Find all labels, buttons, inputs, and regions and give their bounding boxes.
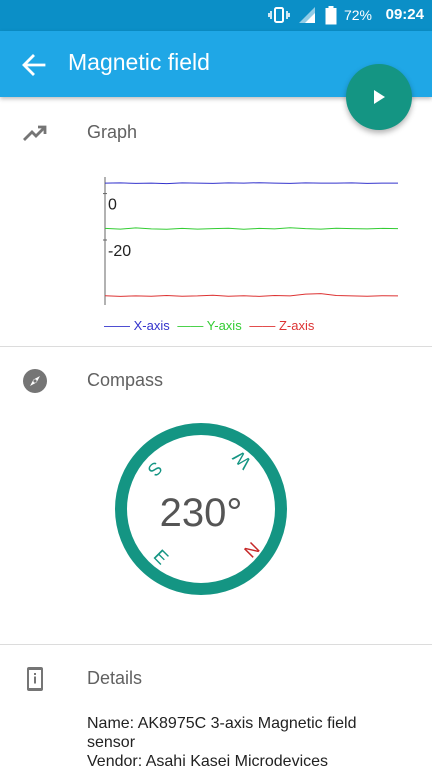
- legend-x-axis: —— X-axis: [104, 318, 170, 333]
- sensor-name: Name: AK8975C 3-axis Magnetic field sens…: [87, 715, 357, 751]
- signal-icon: [299, 7, 315, 23]
- series-line-z-axis: [104, 293, 399, 297]
- sensor-details: Name: AK8975C 3-axis Magnetic field sens…: [87, 714, 407, 771]
- battery-icon: [325, 6, 337, 25]
- sensor-vendor: Vendor: Asahi Kasei Microdevices: [87, 753, 329, 770]
- legend-z-axis: —— Z-axis: [249, 318, 315, 333]
- phone-info-icon: [27, 667, 43, 691]
- back-arrow-icon[interactable]: [20, 51, 48, 79]
- play-icon: [374, 90, 385, 104]
- compass-south-label: S: [144, 458, 167, 481]
- magnetic-field-graph: 0 -20: [103, 177, 399, 305]
- series-line-y-axis: [104, 227, 399, 230]
- vibrate-icon: [268, 7, 290, 23]
- play-button[interactable]: [346, 64, 412, 130]
- compass-heading: 230°: [160, 491, 243, 535]
- compass-icon: [23, 369, 47, 393]
- divider: [0, 644, 432, 645]
- details-section-title: Details: [87, 668, 143, 688]
- battery-percent: 72%: [343, 7, 372, 23]
- y-tick-label: 0: [108, 197, 117, 214]
- page-title: Magnetic field: [68, 49, 210, 75]
- series-line-x-axis: [104, 182, 398, 185]
- clock: 09:24: [385, 6, 424, 23]
- compass-dial: 230° N E S W: [115, 423, 287, 595]
- status-bar: 72% 09:24: [0, 0, 432, 31]
- legend-y-axis: —— Y-axis: [177, 318, 242, 333]
- compass-section-title: Compass: [87, 370, 164, 390]
- y-tick-label: -20: [108, 243, 131, 260]
- trending-up-icon: [23, 125, 47, 141]
- graph-legend: —— X-axis —— Y-axis —— Z-axis: [104, 318, 318, 333]
- divider: [0, 346, 432, 347]
- graph-section-title: Graph: [87, 122, 138, 142]
- compass-east-label: E: [150, 546, 173, 569]
